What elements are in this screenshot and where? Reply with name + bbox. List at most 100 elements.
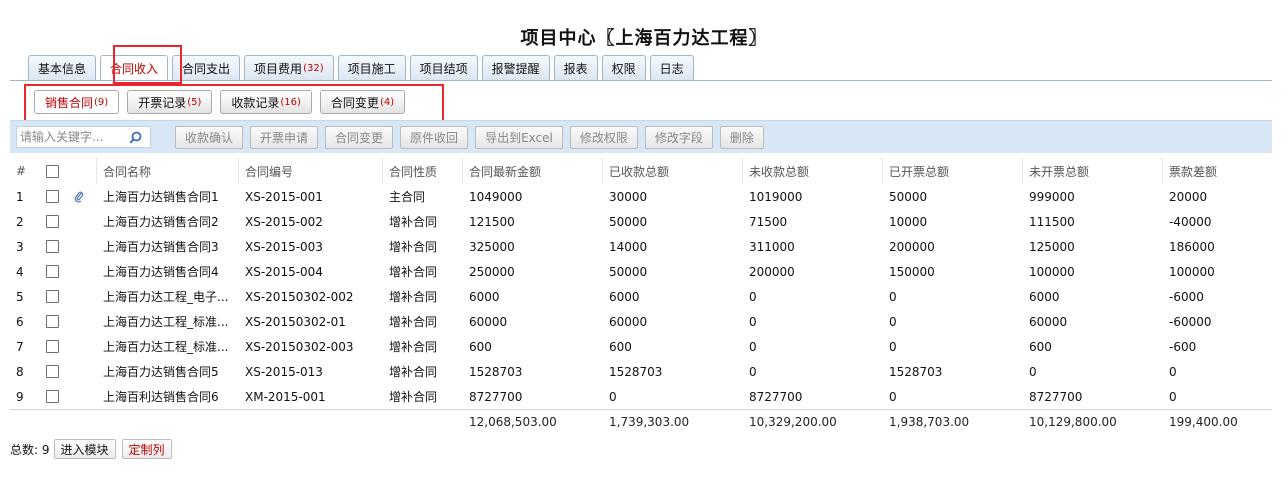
cell-uninvoiced-total: 60000 — [1029, 314, 1068, 329]
header-invoice-payment-diff[interactable]: 票款差额 — [1162, 158, 1272, 184]
attachment-icon[interactable] — [74, 184, 88, 209]
tab-permissions[interactable]: 权限 — [601, 55, 646, 80]
row-checkbox[interactable] — [46, 390, 59, 403]
tab-contract-expense[interactable]: 合同支出 — [172, 55, 241, 80]
cell-contract-name[interactable]: 上海百力达销售合同3 — [96, 234, 238, 259]
cell-latest-amount: 1528703 — [469, 364, 523, 379]
table-row[interactable]: 9 上海百利达销售合同6 XM-2015-001 增补合同 8727700 0 872770… — [10, 384, 1272, 409]
cell-latest-amount: 121500 — [469, 214, 515, 229]
delete-button[interactable]: 删除 — [719, 125, 764, 149]
header-select-all[interactable] — [46, 158, 64, 184]
cell-latest-amount: 250000 — [469, 264, 515, 279]
subtab-invoice-records[interactable]: 开票记录 (5) — [127, 90, 213, 114]
customize-columns-button[interactable]: 定制列 — [121, 439, 172, 459]
cell-index: 8 — [16, 364, 24, 379]
row-select[interactable] — [46, 184, 64, 209]
header-unreceived-total[interactable]: 未收款总额 — [742, 158, 882, 184]
cell-received-total: 600 — [609, 339, 632, 354]
cell-contract-type: 增补合同 — [389, 340, 438, 354]
original-return-button[interactable]: 原件收回 — [400, 125, 469, 149]
row-select[interactable] — [46, 384, 64, 409]
edit-permissions-button[interactable]: 修改权限 — [569, 125, 638, 149]
row-select[interactable] — [46, 234, 64, 259]
table-row[interactable]: 6 上海百力达工程_标准... XS-20150302-01 增补合同 60000 600… — [10, 309, 1272, 334]
tab-contract-income[interactable]: 合同收入 — [100, 55, 169, 80]
contract-change-button[interactable]: 合同变更 — [325, 125, 394, 149]
row-checkbox[interactable] — [46, 365, 59, 378]
cell-invoiced-total: 10000 — [889, 214, 928, 229]
cell-latest-amount: 8727700 — [469, 389, 523, 404]
total-invoiced: 1,938,703.00 — [889, 414, 970, 429]
subtab-count-badge: (16) — [280, 96, 301, 108]
cell-invoice-payment-diff: -40000 — [1169, 214, 1212, 229]
row-checkbox[interactable] — [46, 190, 59, 203]
cell-invoiced-total: 0 — [889, 389, 897, 404]
cell-invoiced-total: 0 — [889, 339, 897, 354]
cell-contract-name[interactable]: 上海百力达销售合同1 — [96, 184, 238, 209]
search-icon[interactable] — [127, 129, 143, 145]
row-checkbox[interactable] — [46, 290, 59, 303]
row-checkbox[interactable] — [46, 340, 59, 353]
header-contract-name[interactable]: 合同名称 — [96, 158, 238, 184]
header-uninvoiced-total[interactable]: 未开票总额 — [1022, 158, 1162, 184]
tab-log[interactable]: 日志 — [649, 55, 694, 80]
table-row[interactable]: 3 上海百力达销售合同3 XS-2015-003 增补合同 325000 14000 311… — [10, 234, 1272, 259]
export-excel-button[interactable]: 导出到Excel — [475, 125, 563, 149]
subtab-contract-changes[interactable]: 合同变更 (4) — [319, 90, 406, 114]
row-checkbox[interactable] — [46, 265, 59, 278]
table-row[interactable]: 1 上海百力达销售合同1 XS-2015-001 主合同 1049000 30000 101… — [10, 184, 1272, 209]
subtab-payment-records[interactable]: 收款记录 (16) — [220, 90, 312, 114]
row-checkbox[interactable] — [46, 240, 59, 253]
cell-unreceived-total: 71500 — [749, 214, 788, 229]
table-row[interactable]: 5 上海百力达工程_电子... XS-20150302-002 增补合同 6000 600… — [10, 284, 1272, 309]
header-contract-type[interactable]: 合同性质 — [382, 158, 462, 184]
cell-index: 4 — [16, 264, 24, 279]
cell-uninvoiced-total: 125000 — [1029, 239, 1075, 254]
row-select[interactable] — [46, 209, 64, 234]
cell-contract-name[interactable]: 上海百力达销售合同5 — [96, 359, 238, 384]
header-contract-code[interactable]: 合同编号 — [238, 158, 382, 184]
table-row[interactable]: 7 上海百力达工程_标准... XS-20150302-003 增补合同 600 600 0… — [10, 334, 1272, 359]
search-input[interactable] — [17, 127, 127, 147]
cell-contract-name[interactable]: 上海百力达工程_标准... — [96, 334, 238, 359]
header-received-total[interactable]: 已收款总额 — [602, 158, 742, 184]
tab-reports[interactable]: 报表 — [553, 55, 598, 80]
row-select[interactable] — [46, 309, 64, 334]
tab-project-cost[interactable]: 项目费用 (32) — [244, 55, 334, 80]
row-select[interactable] — [46, 334, 64, 359]
cell-contract-name[interactable]: 上海百力达销售合同4 — [96, 259, 238, 284]
cell-contract-name[interactable]: 上海百力达工程_电子... — [96, 284, 238, 309]
select-all-checkbox[interactable] — [46, 164, 59, 178]
row-checkbox[interactable] — [46, 315, 59, 328]
tab-basic-info[interactable]: 基本信息 — [28, 55, 97, 80]
header-invoiced-total[interactable]: 已开票总额 — [882, 158, 1022, 184]
cell-contract-name[interactable]: 上海百力达工程_标准... — [96, 309, 238, 334]
cell-contract-name[interactable]: 上海百利达销售合同6 — [96, 384, 238, 409]
invoice-request-button[interactable]: 开票申请 — [250, 125, 319, 149]
row-select[interactable] — [46, 284, 64, 309]
total-unreceived: 10,329,200.00 — [749, 414, 837, 429]
cell-index: 1 — [16, 189, 24, 204]
cell-unreceived-total: 0 — [749, 289, 757, 304]
cell-contract-code: XS-20150302-002 — [245, 289, 354, 304]
row-select[interactable] — [46, 259, 64, 284]
cell-contract-type: 主合同 — [389, 190, 426, 204]
row-select[interactable] — [46, 359, 64, 384]
tab-project-closure[interactable]: 项目结项 — [409, 55, 478, 80]
tab-alerts[interactable]: 报警提醒 — [481, 55, 550, 80]
cell-contract-code: XS-2015-002 — [245, 214, 323, 229]
table-row[interactable]: 8 上海百力达销售合同5 XS-2015-013 增补合同 1528703 1528703… — [10, 359, 1272, 384]
table-row[interactable]: 4 上海百力达销售合同4 XS-2015-004 增补合同 250000 50000 200… — [10, 259, 1272, 284]
confirm-payment-button[interactable]: 收款确认 — [175, 125, 244, 149]
header-latest-amount[interactable]: 合同最新金额 — [462, 158, 602, 184]
cell-uninvoiced-total: 0 — [1029, 364, 1037, 379]
tab-project-construction[interactable]: 项目施工 — [337, 55, 406, 80]
enter-module-button[interactable]: 进入模块 — [53, 439, 116, 459]
footer-bar: 总数: 9 进入模块 定制列 — [10, 439, 178, 459]
table-row[interactable]: 2 上海百力达销售合同2 XS-2015-002 增补合同 121500 50000 715… — [10, 209, 1272, 234]
toolbar: 收款确认 开票申请 合同变更 原件收回 导出到Excel 修改权限 修改字段 删… — [10, 120, 1272, 153]
row-checkbox[interactable] — [46, 215, 59, 228]
edit-fields-button[interactable]: 修改字段 — [644, 125, 713, 149]
subtab-sales-contracts[interactable]: 销售合同 (9) — [34, 90, 120, 114]
cell-contract-name[interactable]: 上海百力达销售合同2 — [96, 209, 238, 234]
